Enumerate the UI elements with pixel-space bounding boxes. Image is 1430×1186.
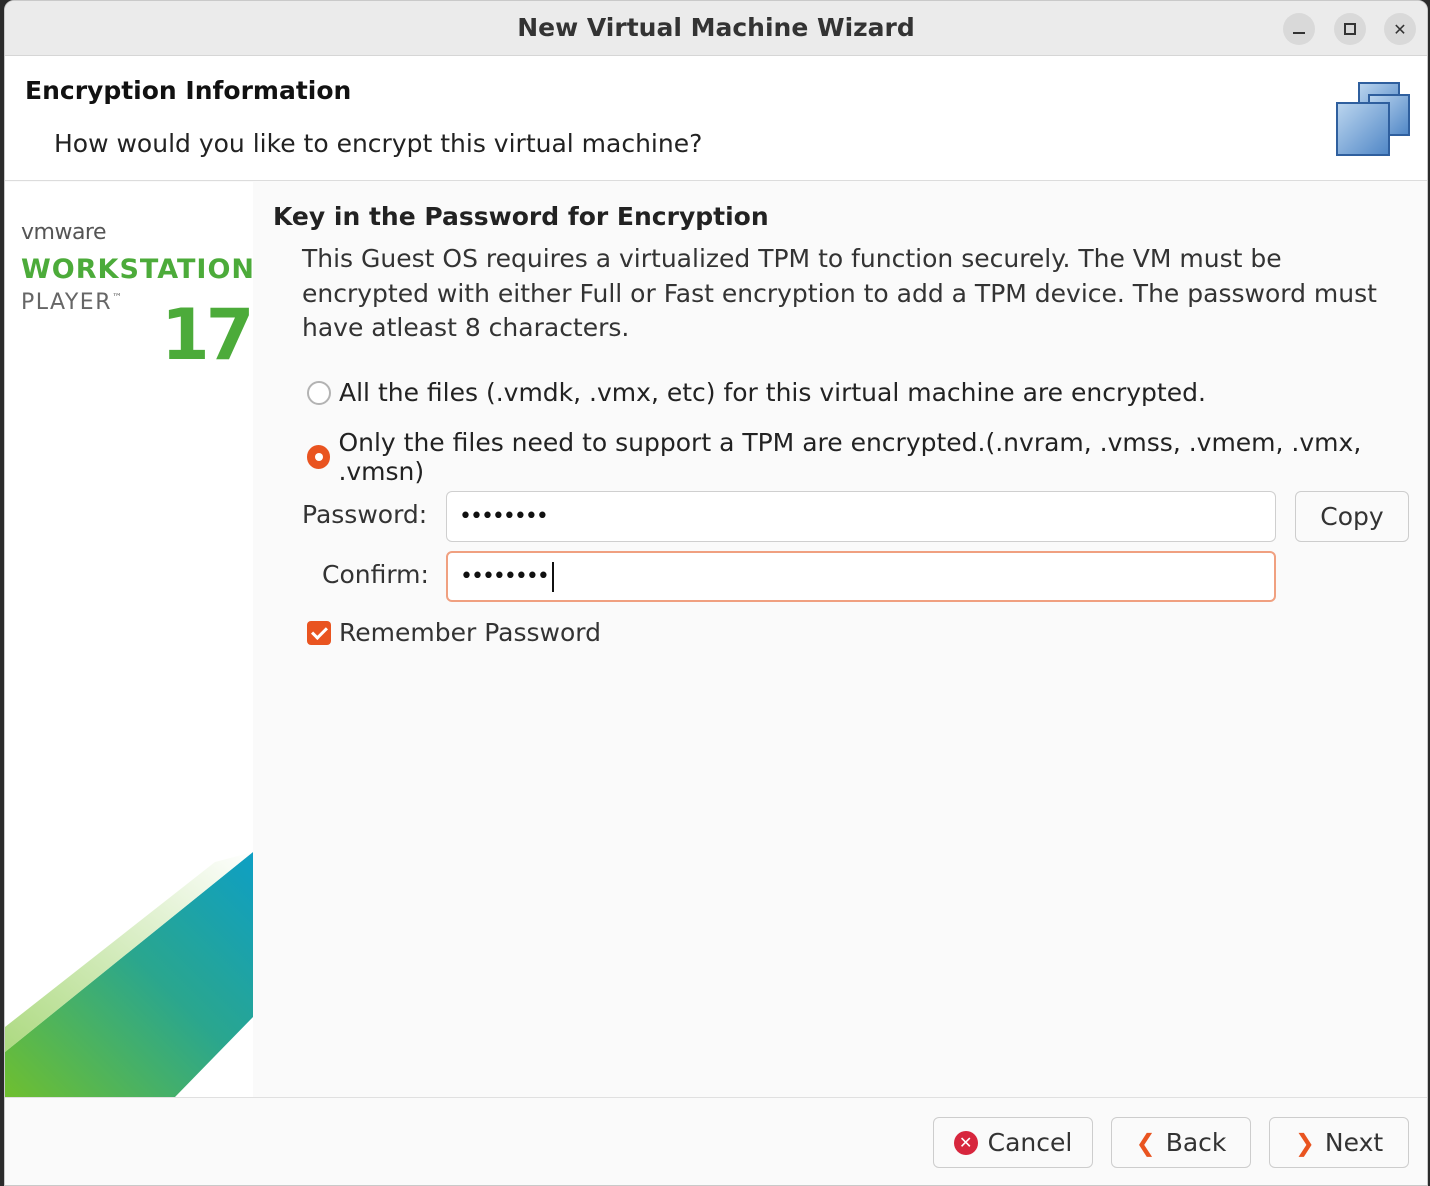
maximize-button[interactable] [1334, 13, 1366, 45]
maximize-icon [1344, 23, 1356, 35]
option-full-encryption[interactable]: All the files (.vmdk, .vmx, etc) for thi… [307, 378, 1206, 407]
option-tpm-encryption-label: Only the files need to support a TPM are… [338, 428, 1362, 486]
next-button[interactable]: ❯ Next [1269, 1117, 1409, 1168]
confirm-password-field[interactable]: •••••••• [446, 551, 1276, 602]
option-full-encryption-label: All the files (.vmdk, .vmx, etc) for thi… [339, 378, 1206, 407]
branding-sidebar: vmware WORKSTATION PLAYER™ 17 [5, 182, 253, 1097]
remember-password-label: Remember Password [339, 618, 601, 647]
confirm-label: Confirm: [322, 560, 429, 589]
minimize-button[interactable] [1283, 13, 1315, 45]
cancel-button[interactable]: ✕ Cancel [933, 1117, 1093, 1168]
next-label: Next [1324, 1128, 1384, 1157]
section-description: This Guest OS requires a virtualized TPM… [302, 244, 1377, 342]
password-label: Password: [302, 500, 428, 529]
vmware-logo: vmware [21, 220, 107, 245]
wizard-content: Key in the Password for Encryption This … [253, 182, 1427, 1097]
text-caret [551, 561, 554, 592]
close-button[interactable]: ✕ [1384, 13, 1416, 45]
radio-full-encryption[interactable] [307, 380, 331, 405]
window-title: New Virtual Machine Wizard [517, 13, 915, 42]
section-title: Key in the Password for Encryption [273, 202, 769, 231]
password-field[interactable]: •••••••• [446, 491, 1276, 542]
next-arrow-icon: ❯ [1294, 1128, 1315, 1157]
radio-tpm-encryption[interactable] [307, 445, 331, 469]
wizard-window: New Virtual Machine Wizard ✕ Encryption … [4, 0, 1428, 1186]
wizard-footer: ✕ Cancel ❮ Back ❯ Next [5, 1097, 1427, 1185]
option-tpm-encryption[interactable]: Only the files need to support a TPM are… [307, 428, 1427, 486]
copy-button[interactable]: Copy [1295, 491, 1409, 542]
back-arrow-icon: ❮ [1135, 1128, 1156, 1157]
page-subtitle: How would you like to encrypt this virtu… [54, 129, 703, 158]
wizard-header: Encryption Information How would you lik… [5, 56, 1427, 181]
cancel-x-icon: ✕ [953, 1130, 978, 1155]
vm-stack-icon [1336, 82, 1410, 156]
page-title: Encryption Information [25, 76, 352, 105]
remember-password-checkbox[interactable] [307, 620, 331, 645]
minimize-icon [1293, 32, 1305, 34]
remember-password-option[interactable]: Remember Password [307, 618, 601, 647]
product-name-line1: WORKSTATION [21, 254, 253, 285]
cancel-label: Cancel [987, 1128, 1073, 1157]
title-bar: New Virtual Machine Wizard ✕ [5, 1, 1427, 56]
close-icon: ✕ [1393, 19, 1407, 39]
product-name-line2: PLAYER™ [21, 290, 124, 315]
brand-graphic [5, 852, 253, 1097]
product-version: 17 [161, 294, 253, 376]
back-label: Back [1165, 1128, 1227, 1157]
back-button[interactable]: ❮ Back [1111, 1117, 1251, 1168]
